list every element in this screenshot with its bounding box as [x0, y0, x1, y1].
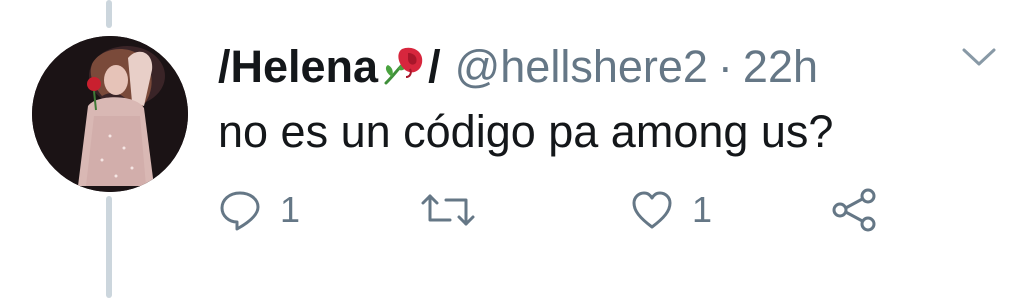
share-button[interactable]	[830, 186, 878, 234]
user-handle[interactable]: @hellshere2	[455, 44, 708, 89]
share-icon	[832, 188, 876, 232]
display-name-suffix: /	[428, 40, 441, 92]
chevron-down-icon[interactable]	[960, 42, 998, 72]
reply-count: 1	[280, 189, 301, 230]
avatar[interactable]	[32, 36, 188, 192]
like-button[interactable]: 1	[630, 186, 712, 234]
tweet-actions: 1 1	[0, 186, 1035, 234]
timestamp[interactable]: 22h	[743, 44, 818, 89]
retweet-button[interactable]	[420, 186, 494, 234]
reply-icon	[220, 191, 260, 231]
display-name[interactable]: /Helena	[218, 44, 378, 89]
heart-icon	[632, 191, 672, 229]
thread-line-top	[106, 0, 112, 28]
separator-dot: ·	[717, 40, 733, 92]
retweet-icon	[421, 194, 475, 226]
like-count: 1	[692, 189, 713, 230]
wilted-rose-icon	[384, 47, 423, 85]
avatar-photo	[32, 36, 188, 192]
reply-button[interactable]: 1	[218, 186, 300, 234]
tweet-header: /Helena / @hellshere2 · 22h	[218, 36, 818, 96]
tweet-text: no es un código pa among us?	[218, 106, 834, 157]
